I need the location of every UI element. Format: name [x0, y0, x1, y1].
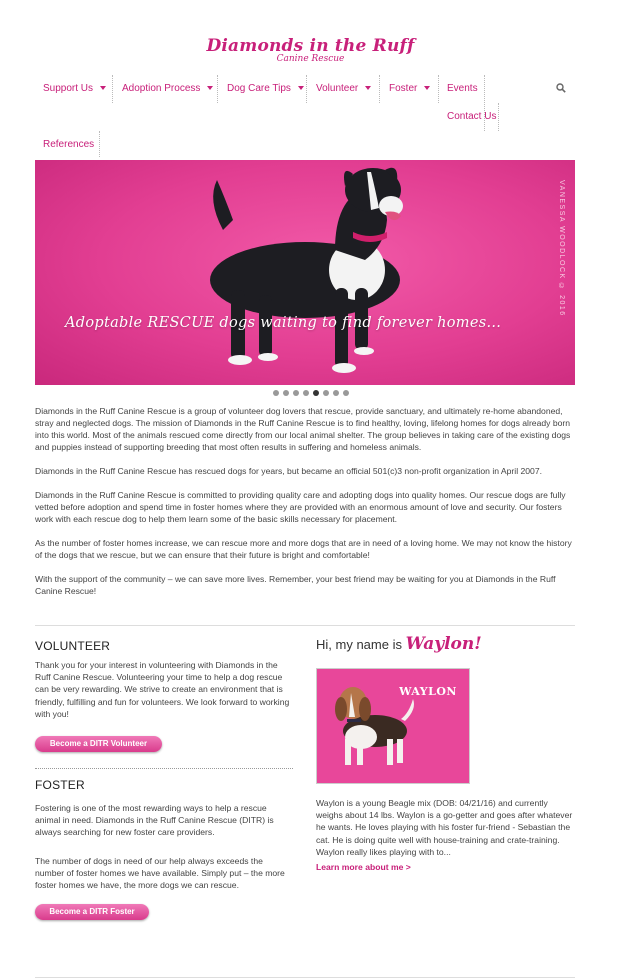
search-icon[interactable]: [556, 83, 566, 93]
featured-dog-description: Waylon is a young Beagle mix (DOB: 04/21…: [316, 798, 573, 857]
dog-photo: [210, 167, 403, 373]
nav-divider: [217, 75, 218, 103]
photo-label: WAYLON: [399, 685, 457, 698]
nav-label: Dog Care Tips: [227, 83, 291, 94]
featured-title-prefix: Hi, my name is: [316, 637, 402, 652]
nav-label: Events: [447, 83, 478, 94]
featured-dog-photo[interactable]: WAYLON: [316, 668, 470, 784]
nav-divider: [484, 75, 485, 131]
logo-subtitle: Canine Rescue: [276, 54, 345, 64]
become-foster-button[interactable]: Become a DITR Foster: [35, 904, 149, 920]
logo-title: Diamonds in the Ruff: [206, 36, 415, 56]
nav-support-us[interactable]: Support Us: [43, 83, 107, 94]
nav-divider: [498, 103, 499, 131]
nav-label: Contact Us: [447, 111, 497, 122]
intro-paragraph: Diamonds in the Ruff Canine Rescue has r…: [35, 466, 543, 476]
foster-heading: FOSTER: [35, 778, 85, 792]
column-divider: [35, 768, 293, 769]
slider-dot[interactable]: [342, 390, 349, 396]
slider-dot-active[interactable]: [312, 390, 319, 396]
nav-label: Foster: [389, 83, 418, 94]
intro-paragraph: Diamonds in the Ruff Canine Rescue is co…: [35, 490, 566, 524]
nav-divider: [438, 75, 439, 103]
intro-paragraph: With the support of the community – we c…: [35, 574, 556, 596]
nav-divider: [306, 75, 307, 103]
chevron-down-icon: [100, 86, 107, 91]
learn-more-link[interactable]: Learn more about me >: [316, 862, 411, 872]
site-logo[interactable]: Diamonds in the Ruff Canine Rescue: [0, 36, 621, 64]
foster-text-1: Fostering is one of the most rewarding w…: [35, 803, 274, 838]
chevron-down-icon: [297, 86, 304, 91]
slider-dot[interactable]: [272, 390, 279, 396]
section-divider: [35, 625, 575, 626]
nav-volunteer[interactable]: Volunteer: [316, 83, 372, 94]
intro-paragraph: As the number of foster homes increase, …: [35, 538, 572, 560]
featured-dog-title: Hi, my name is Waylon!: [316, 634, 482, 654]
foster-text-2: The number of dogs in need of our help a…: [35, 856, 285, 891]
volunteer-heading: VOLUNTEER: [35, 639, 111, 653]
nav-label: Adoption Process: [122, 83, 201, 94]
hero-slider[interactable]: Adoptable RESCUE dogs waiting to find fo…: [35, 160, 575, 385]
nav-divider: [112, 75, 113, 103]
chevron-down-icon: [207, 86, 214, 91]
nav-foster[interactable]: Foster: [389, 83, 431, 94]
nav-events[interactable]: Events: [447, 83, 478, 94]
slider-dot[interactable]: [322, 390, 329, 396]
nav-label: Support Us: [43, 83, 94, 94]
slider-dots: [0, 390, 621, 396]
nav-label: References: [43, 139, 95, 150]
nav-dog-care-tips[interactable]: Dog Care Tips: [227, 83, 304, 94]
photo-credit: VANESSA WOODLOCK © 2016: [558, 180, 565, 317]
nav-references[interactable]: References: [43, 139, 94, 150]
intro-section: Diamonds in the Ruff Canine Rescue is a …: [35, 405, 575, 609]
hero-caption: Adoptable RESCUE dogs waiting to find fo…: [65, 315, 502, 331]
featured-dog-name: Waylon!: [405, 634, 482, 654]
nav-label: Volunteer: [316, 83, 359, 94]
chevron-down-icon: [424, 86, 431, 91]
nav-adoption-process[interactable]: Adoption Process: [122, 83, 214, 94]
intro-paragraph: Diamonds in the Ruff Canine Rescue is a …: [35, 406, 571, 452]
nav-contact-us[interactable]: Contact Us: [447, 111, 496, 122]
slider-dot[interactable]: [292, 390, 299, 396]
slider-dot[interactable]: [332, 390, 339, 396]
slider-dot[interactable]: [282, 390, 289, 396]
slider-dot[interactable]: [302, 390, 309, 396]
nav-divider: [99, 131, 100, 157]
footer-divider: [35, 977, 575, 978]
become-volunteer-button[interactable]: Become a DITR Volunteer: [35, 736, 162, 752]
nav-divider: [379, 75, 380, 103]
volunteer-text: Thank you for your interest in volunteer…: [35, 660, 290, 719]
chevron-down-icon: [365, 86, 372, 91]
